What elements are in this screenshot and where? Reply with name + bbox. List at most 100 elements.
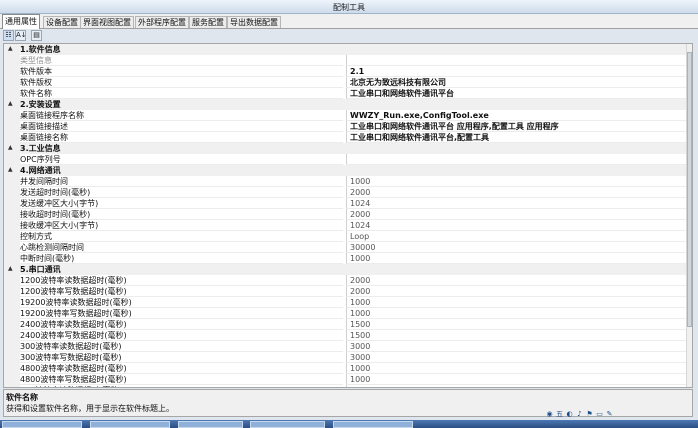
property-value[interactable]: 北京无为致远科技有限公司 — [346, 77, 688, 88]
property-name: 桌面链接程序名称 — [20, 110, 343, 121]
property-row[interactable]: 控制方式 Loop — [4, 231, 688, 242]
taskbar-item[interactable] — [333, 421, 413, 428]
property-name: 300波特率写数据超时(毫秒) — [20, 352, 343, 363]
property-value[interactable]: 3000 — [346, 341, 688, 352]
property-row[interactable]: 1200波特率读数据超时(毫秒) 2000 — [4, 275, 688, 286]
property-name: 中断时间(毫秒) — [20, 253, 343, 264]
property-value[interactable] — [346, 55, 688, 66]
property-value[interactable]: WWZY_Run.exe,ConfigTool.exe — [346, 110, 688, 121]
tab-service[interactable]: 服务配置 — [189, 16, 227, 28]
sort-alpha-icon[interactable]: A↓ — [15, 30, 27, 41]
tool-icon[interactable]: ✎ — [605, 410, 614, 419]
property-value[interactable]: 工业串口和网络软件通讯平台 — [346, 88, 688, 99]
property-row[interactable]: 发送超时时间(毫秒) 2000 — [4, 187, 688, 198]
property-row[interactable]: 中断时间(毫秒) 1000 — [4, 253, 688, 264]
property-value[interactable]: 2000 — [346, 286, 688, 297]
property-name: 300波特率读数据超时(毫秒) — [20, 341, 343, 352]
taskbar-item[interactable] — [2, 421, 82, 428]
property-row[interactable]: 600波特率读数据超时(毫秒)2500 — [4, 385, 688, 387]
collapse-arrow-icon[interactable]: ▲ — [8, 100, 13, 107]
property-value[interactable]: 1000 — [346, 374, 688, 385]
property-row[interactable]: 19200波特率读数据超时(毫秒) 1000 — [4, 297, 688, 308]
category-row[interactable]: ▲ 3.工业信息 — [4, 143, 688, 154]
vertical-scrollbar[interactable] — [686, 44, 692, 387]
property-value[interactable]: 2000 — [346, 209, 688, 220]
property-pages-icon[interactable]: ▤ — [31, 30, 42, 41]
property-row[interactable]: 发送缓冲区大小(字节) 1024 — [4, 198, 688, 209]
property-row[interactable]: 接收超时时间(毫秒) 2000 — [4, 209, 688, 220]
taskbar-item[interactable] — [250, 421, 325, 428]
property-row[interactable]: 4800波特率读数据超时(毫秒) 1000 — [4, 363, 688, 374]
flag-icon[interactable]: ⚑ — [585, 410, 594, 419]
collapse-arrow-icon[interactable]: ▲ — [8, 265, 13, 272]
property-row[interactable]: 并发间隔时间 1000 — [4, 176, 688, 187]
property-row[interactable]: 300波特率写数据超时(毫秒) 3000 — [4, 352, 688, 363]
category-label: 1.软件信息 — [20, 45, 61, 54]
property-value[interactable]: Loop — [346, 231, 688, 242]
property-row[interactable]: 软件名称 工业串口和网络软件通讯平台 — [4, 88, 688, 99]
property-row[interactable]: 1200波特率写数据超时(毫秒) 2000 — [4, 286, 688, 297]
property-value[interactable]: 30000 — [346, 242, 688, 253]
property-value[interactable] — [346, 154, 688, 165]
property-value[interactable]: 2000 — [346, 275, 688, 286]
property-row[interactable]: 2400波特率读数据超时(毫秒) 1500 — [4, 319, 688, 330]
property-row[interactable]: 桌面链接名称 工业串口和网络软件通讯平台,配置工具 — [4, 132, 688, 143]
property-value[interactable]: 1000 — [346, 363, 688, 374]
tab-export[interactable]: 导出数据配置 — [227, 16, 281, 28]
taskbar-item[interactable] — [90, 421, 170, 428]
network-icon[interactable]: ◉ — [545, 410, 554, 419]
title-bar: 配制工具 — [0, 0, 698, 14]
property-value[interactable]: 1500 — [346, 319, 688, 330]
category-label: 2.安装设置 — [20, 100, 61, 109]
property-row[interactable]: 软件版权 北京无为致远科技有限公司 — [4, 77, 688, 88]
property-row[interactable]: 19200波特率写数据超时(毫秒) 1000 — [4, 308, 688, 319]
property-row[interactable]: 2400波特率写数据超时(毫秒) 1500 — [4, 330, 688, 341]
property-value[interactable]: 工业串口和网络软件通讯平台,配置工具 — [346, 132, 688, 143]
ime-icon[interactable]: 五 — [555, 410, 564, 419]
property-value[interactable]: 3000 — [346, 352, 688, 363]
collapse-arrow-icon[interactable]: ▲ — [8, 45, 13, 52]
property-name: 4800波特率写数据超时(毫秒) — [20, 374, 343, 385]
category-row[interactable]: ▲ 4.网络通讯 — [4, 165, 688, 176]
speaker-icon[interactable]: ♪ — [575, 410, 584, 419]
tab-external[interactable]: 外部程序配置 — [135, 16, 189, 28]
property-value[interactable]: 1024 — [346, 220, 688, 231]
property-row[interactable]: 接收缓冲区大小(字节) 1024 — [4, 220, 688, 231]
property-value[interactable]: 工业串口和网络软件通讯平台 应用程序,配置工具 应用程序 — [346, 121, 688, 132]
tab-general[interactable]: 通用属性 — [2, 14, 40, 29]
category-row[interactable]: ▲ 2.安装设置 — [4, 99, 688, 110]
property-value[interactable]: 1000 — [346, 308, 688, 319]
property-row[interactable]: 4800波特率写数据超时(毫秒) 1000 — [4, 374, 688, 385]
property-grid[interactable]: ▲ 1.软件信息 类型信息 软件版本 2.1 软件版权 北京无为致远科技有限公司 软件名称 工业… — [3, 43, 693, 388]
property-value[interactable]: 1000 — [346, 176, 688, 187]
collapse-arrow-icon[interactable]: ▲ — [8, 144, 13, 151]
category-row[interactable]: ▲ 5.串口通讯 — [4, 264, 688, 275]
property-row[interactable]: 软件版本 2.1 — [4, 66, 688, 77]
property-row[interactable]: 桌面链接程序名称 WWZY_Run.exe,ConfigTool.exe — [4, 110, 688, 121]
property-row[interactable]: 类型信息 — [4, 55, 688, 66]
property-value[interactable]: 2000 — [346, 187, 688, 198]
tab-device[interactable]: 设备配置 — [43, 16, 81, 28]
property-name: 软件版权 — [20, 77, 343, 88]
display-icon[interactable]: ▭ — [595, 410, 604, 419]
property-value[interactable]: 2.1 — [346, 66, 688, 77]
categorized-icon[interactable]: ☷ — [3, 30, 14, 41]
property-name: 发送超时时间(毫秒) — [20, 187, 343, 198]
property-name: 19200波特率写数据超时(毫秒) — [20, 308, 343, 319]
taskbar-item[interactable] — [178, 421, 243, 428]
property-name: 接收缓冲区大小(字节) — [20, 220, 343, 231]
property-value[interactable]: 1500 — [346, 330, 688, 341]
property-value[interactable]: 1000 — [346, 253, 688, 264]
scrollbar-thumb[interactable] — [687, 52, 692, 327]
property-row[interactable]: 心跳检测间隔时间 30000 — [4, 242, 688, 253]
settings-icon[interactable]: ◐ — [565, 410, 574, 419]
property-row[interactable]: OPC序列号 — [4, 154, 688, 165]
collapse-arrow-icon[interactable]: ▲ — [8, 166, 13, 173]
property-row[interactable]: 300波特率读数据超时(毫秒) 3000 — [4, 341, 688, 352]
property-row[interactable]: 桌面链接描述 工业串口和网络软件通讯平台 应用程序,配置工具 应用程序 — [4, 121, 688, 132]
property-value[interactable]: 1024 — [346, 198, 688, 209]
property-value[interactable]: 2500 — [346, 385, 688, 387]
category-row[interactable]: ▲ 1.软件信息 — [4, 44, 688, 55]
property-value[interactable]: 1000 — [346, 297, 688, 308]
tab-view[interactable]: 界面视图配置 — [80, 16, 134, 28]
